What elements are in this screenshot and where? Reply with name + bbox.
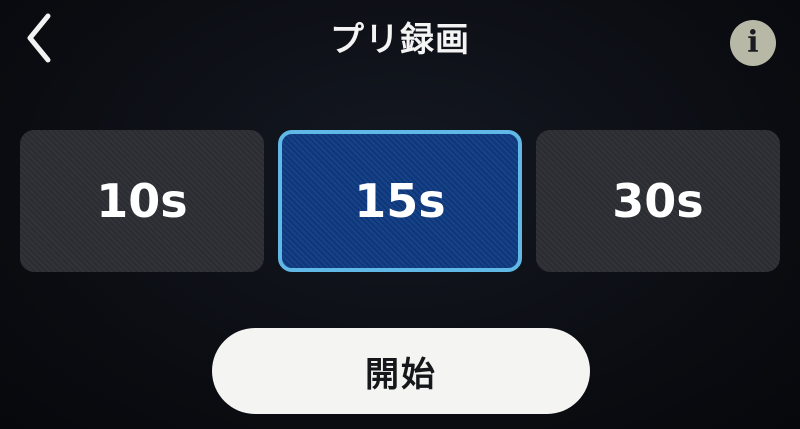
page-title: プリ録画 bbox=[330, 20, 470, 60]
start-button[interactable]: 開始 bbox=[212, 328, 590, 414]
chevron-left-icon bbox=[22, 10, 56, 66]
duration-option-label: 15s bbox=[354, 174, 446, 228]
duration-option-15s[interactable]: 15s bbox=[278, 130, 522, 272]
duration-option-30s[interactable]: 30s bbox=[536, 130, 780, 272]
duration-option-label: 10s bbox=[96, 174, 188, 228]
start-button-label: 開始 bbox=[365, 354, 437, 395]
info-icon: i bbox=[747, 25, 759, 60]
info-button[interactable]: i bbox=[730, 20, 776, 66]
pre-record-screen: プリ録画 i 10s 15s 30s 開始 bbox=[0, 0, 800, 429]
duration-option-10s[interactable]: 10s bbox=[20, 130, 264, 272]
duration-option-label: 30s bbox=[612, 174, 704, 228]
back-button[interactable] bbox=[14, 10, 64, 66]
